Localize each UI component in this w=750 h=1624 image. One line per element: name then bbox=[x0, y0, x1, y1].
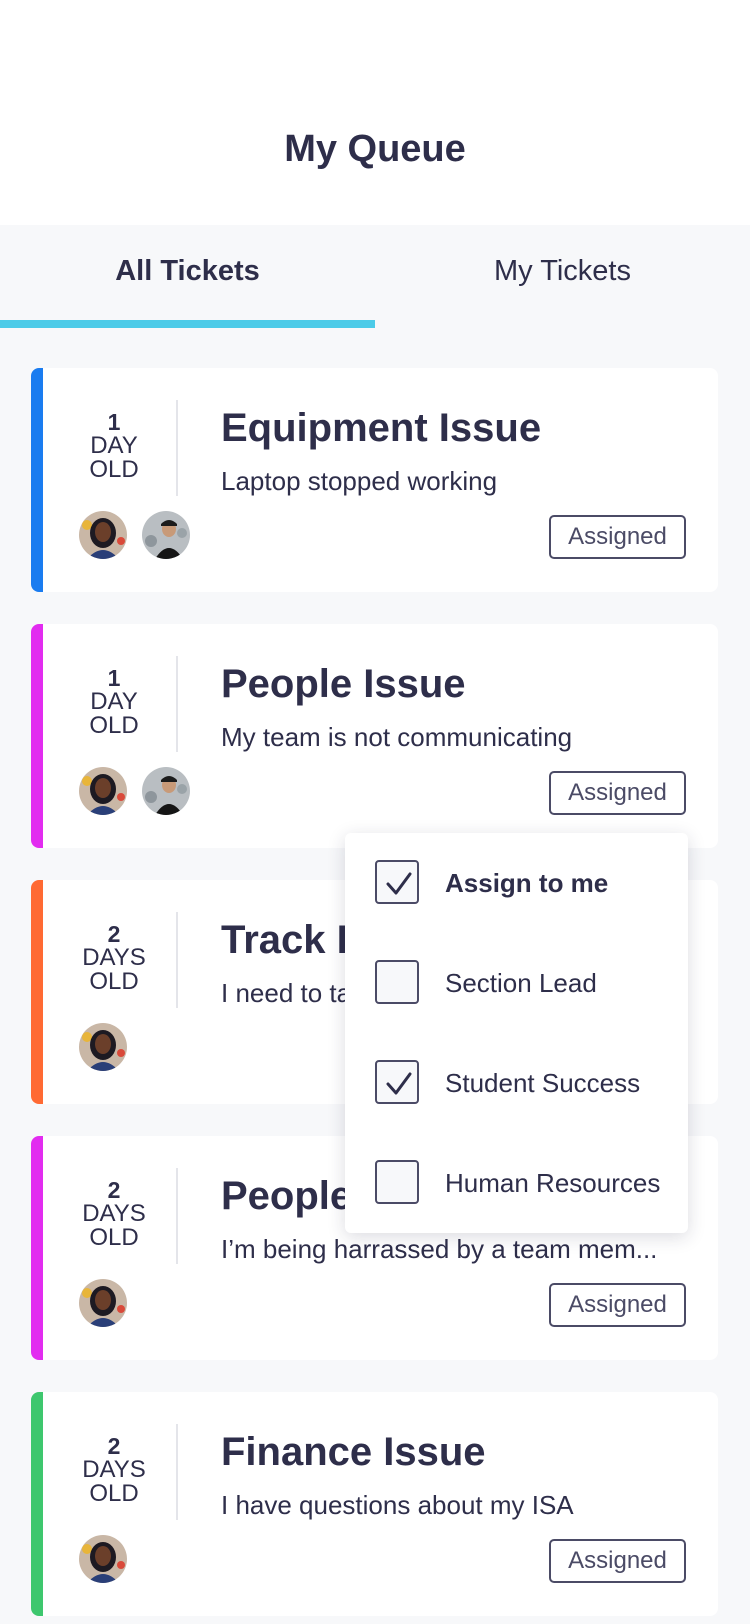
ticket-card[interactable]: 1 DAY OLD People Issue My team is not co… bbox=[31, 624, 718, 848]
option-label: Human Resources bbox=[445, 1168, 661, 1198]
student-success-option[interactable]: Student Success bbox=[375, 1060, 675, 1106]
tab-indicator bbox=[0, 320, 375, 328]
ticket-age: 2 DAYS OLD bbox=[71, 922, 157, 994]
age-suffix: OLD bbox=[89, 712, 139, 739]
ticket-description: I’m being harrassed by a team mem... bbox=[221, 1234, 658, 1264]
priority-bar bbox=[31, 624, 43, 848]
tab-my-tickets[interactable]: My Tickets bbox=[375, 255, 750, 288]
priority-bar bbox=[31, 1136, 43, 1360]
priority-bar bbox=[31, 368, 43, 592]
ticket-description: I need to ta bbox=[221, 978, 352, 1008]
priority-bar bbox=[31, 880, 43, 1104]
ticket-card[interactable]: 1 DAY OLD Equipment Issue Laptop stopped… bbox=[31, 368, 718, 592]
woman-avatar[interactable] bbox=[79, 1535, 127, 1583]
age-number: 2 bbox=[107, 1433, 121, 1459]
priority-bar bbox=[31, 1392, 43, 1616]
age-suffix: OLD bbox=[89, 1480, 139, 1507]
woman-avatar[interactable] bbox=[79, 1279, 127, 1327]
divider bbox=[176, 400, 178, 496]
divider bbox=[176, 656, 178, 752]
age-suffix: OLD bbox=[89, 1224, 139, 1251]
ticket-title: Equipment Issue bbox=[221, 406, 542, 450]
checkbox[interactable] bbox=[375, 1060, 419, 1104]
tab-bar: All Tickets My Tickets bbox=[0, 225, 750, 328]
ticket-title: People bbox=[221, 1174, 353, 1218]
option-label: Assign to me bbox=[445, 868, 609, 898]
assign-to-me-option[interactable]: Assign to me bbox=[375, 860, 675, 906]
ticket-description: I have questions about my ISA bbox=[221, 1490, 574, 1520]
status-badge[interactable]: Assigned bbox=[549, 515, 686, 559]
age-number: 2 bbox=[107, 921, 121, 947]
age-number: 1 bbox=[107, 409, 121, 435]
header: My Queue bbox=[0, 0, 750, 225]
page-title: My Queue bbox=[284, 128, 466, 170]
ticket-title: People Issue bbox=[221, 662, 466, 706]
woman-avatar[interactable] bbox=[79, 767, 127, 815]
age-number: 1 bbox=[107, 665, 121, 691]
ticket-title: Finance Issue bbox=[221, 1430, 486, 1474]
divider bbox=[176, 912, 178, 1008]
ticket-age: 1 DAY OLD bbox=[71, 666, 157, 738]
status-badge[interactable]: Assigned bbox=[549, 1283, 686, 1327]
age-unit: DAY bbox=[90, 688, 138, 715]
age-unit: DAY bbox=[90, 432, 138, 459]
section-lead-option[interactable]: Section Lead bbox=[375, 960, 675, 1006]
checkmark-icon bbox=[386, 872, 412, 895]
status-badge[interactable]: Assigned bbox=[549, 771, 686, 815]
divider bbox=[176, 1424, 178, 1520]
ticket-age: 1 DAY OLD bbox=[71, 410, 157, 482]
status-badge[interactable]: Assigned bbox=[549, 1539, 686, 1583]
tab-all-tickets[interactable]: All Tickets bbox=[0, 255, 375, 288]
age-unit: DAYS bbox=[82, 1200, 146, 1227]
age-unit: DAYS bbox=[82, 1456, 146, 1483]
ticket-age: 2 DAYS OLD bbox=[71, 1434, 157, 1506]
man-avatar[interactable] bbox=[142, 767, 190, 815]
option-label: Student Success bbox=[445, 1068, 641, 1098]
ticket-card[interactable]: 2 DAYS OLD Finance Issue I have question… bbox=[31, 1392, 718, 1616]
human-resources-option[interactable]: Human Resources bbox=[375, 1160, 675, 1206]
ticket-description: My team is not communicating bbox=[221, 722, 573, 752]
age-suffix: OLD bbox=[89, 456, 139, 483]
age-suffix: OLD bbox=[89, 968, 139, 995]
age-unit: DAYS bbox=[82, 944, 146, 971]
assign-dropdown: Assign to me Section Lead Student Succes… bbox=[345, 833, 688, 1233]
woman-avatar[interactable] bbox=[79, 1023, 127, 1071]
age-number: 2 bbox=[107, 1177, 121, 1203]
woman-avatar[interactable] bbox=[79, 511, 127, 559]
ticket-age: 2 DAYS OLD bbox=[71, 1178, 157, 1250]
checkbox[interactable] bbox=[375, 860, 419, 904]
ticket-description: Laptop stopped working bbox=[221, 466, 498, 496]
checkbox[interactable] bbox=[375, 960, 419, 1004]
divider bbox=[176, 1168, 178, 1264]
checkbox[interactable] bbox=[375, 1160, 419, 1204]
option-label: Section Lead bbox=[445, 968, 597, 998]
man-avatar[interactable] bbox=[142, 511, 190, 559]
checkmark-icon bbox=[386, 1072, 412, 1095]
